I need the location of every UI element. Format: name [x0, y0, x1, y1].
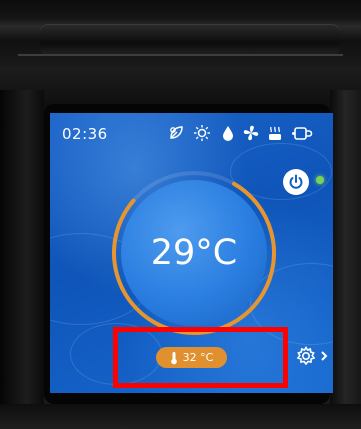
device-right-frame	[330, 90, 361, 429]
heater-icon	[265, 123, 285, 143]
status-bar: 02:36	[50, 121, 333, 149]
power-status-led	[316, 176, 324, 184]
water-drop-icon	[218, 123, 238, 143]
highlight-annotation-box	[113, 327, 288, 388]
settings-button[interactable]	[295, 343, 331, 369]
device-left-frame	[0, 90, 44, 429]
cup-icon	[290, 123, 314, 143]
power-button[interactable]	[283, 169, 309, 195]
power-icon	[289, 174, 303, 189]
gear-icon	[296, 345, 316, 366]
sun-icon	[192, 123, 212, 143]
device-hinge-edge	[18, 54, 343, 56]
device-top-frame	[0, 0, 361, 120]
leaf-power-icon	[166, 123, 186, 143]
temperature-dial[interactable]: 29°C	[108, 167, 280, 339]
device-hinge	[40, 24, 340, 56]
clock-time: 02:36	[62, 125, 108, 143]
chevron-right-icon	[321, 351, 328, 361]
device-bottom-frame	[0, 404, 361, 429]
fan-icon	[241, 123, 261, 143]
current-temperature: 29°C	[150, 233, 238, 273]
